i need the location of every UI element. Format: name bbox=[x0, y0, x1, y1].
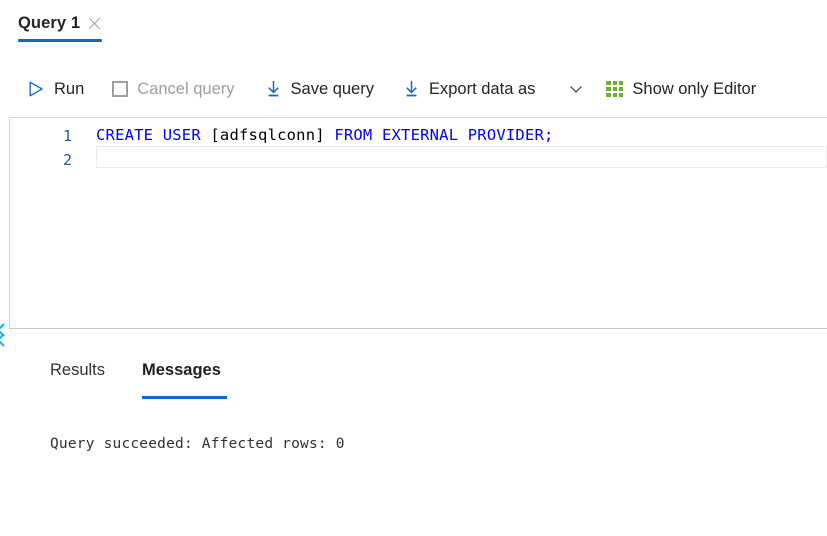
show-only-editor-button[interactable]: Show only Editor bbox=[606, 72, 756, 106]
run-button-label: Run bbox=[54, 79, 85, 98]
editor-line-2: 2 bbox=[10, 148, 827, 172]
sql-keyword-segment: CREATE USER bbox=[96, 126, 211, 145]
sql-keyword-segment-2: FROM EXTERNAL PROVIDER; bbox=[324, 126, 554, 145]
download-arrow-icon bbox=[265, 80, 282, 98]
tab-messages-label: Messages bbox=[142, 361, 221, 379]
export-data-as-label: Export data as bbox=[428, 79, 536, 98]
export-data-as-button[interactable]: Export data as bbox=[403, 72, 584, 106]
tab-results-label: Results bbox=[50, 361, 106, 379]
close-icon[interactable] bbox=[87, 16, 102, 31]
query-tab-active-indicator bbox=[18, 39, 102, 42]
cancel-query-button[interactable]: Cancel query bbox=[112, 72, 235, 106]
chevron-left-icon[interactable] bbox=[0, 322, 10, 348]
query-editor-app: Query 1 Run Cancel query Save query Expo… bbox=[0, 0, 827, 536]
query-tab-label: Query 1 bbox=[18, 13, 81, 32]
chevron-down-icon[interactable] bbox=[568, 81, 584, 97]
query-toolbar: Run Cancel query Save query Export data … bbox=[0, 62, 827, 116]
run-button[interactable]: Run bbox=[27, 72, 84, 106]
sql-identifier-segment: [adfsqlconn] bbox=[210, 126, 325, 145]
query-tab-strip: Query 1 bbox=[0, 0, 827, 46]
tab-results[interactable]: Results bbox=[50, 362, 105, 392]
stop-square-icon bbox=[112, 81, 129, 97]
download-arrow-icon bbox=[403, 80, 420, 98]
sql-editor[interactable]: 1 CREATE USER [adfsqlconn] FROM EXTERNAL… bbox=[9, 117, 827, 329]
query-status-message: Query succeeded: Affected rows: 0 bbox=[50, 436, 345, 452]
messages-tab-active-indicator bbox=[142, 396, 227, 399]
editor-line-1: 1 CREATE USER [adfsqlconn] FROM EXTERNAL… bbox=[10, 124, 827, 148]
messages-pane: Query succeeded: Affected rows: 0 bbox=[0, 404, 827, 536]
save-query-button[interactable]: Save query bbox=[265, 72, 374, 106]
tab-messages[interactable]: Messages bbox=[142, 362, 221, 392]
editor-line-1-text: CREATE USER [adfsqlconn] FROM EXTERNAL P… bbox=[96, 128, 554, 144]
cancel-query-label: Cancel query bbox=[137, 79, 235, 98]
line-number: 2 bbox=[62, 150, 72, 169]
line-number: 1 bbox=[62, 126, 72, 145]
green-grid-icon bbox=[606, 80, 624, 98]
results-tab-strip: Results Messages bbox=[0, 362, 827, 404]
save-query-label: Save query bbox=[290, 79, 374, 98]
show-only-editor-label: Show only Editor bbox=[632, 79, 757, 98]
play-icon bbox=[27, 80, 45, 98]
query-tab[interactable]: Query 1 bbox=[18, 4, 102, 42]
